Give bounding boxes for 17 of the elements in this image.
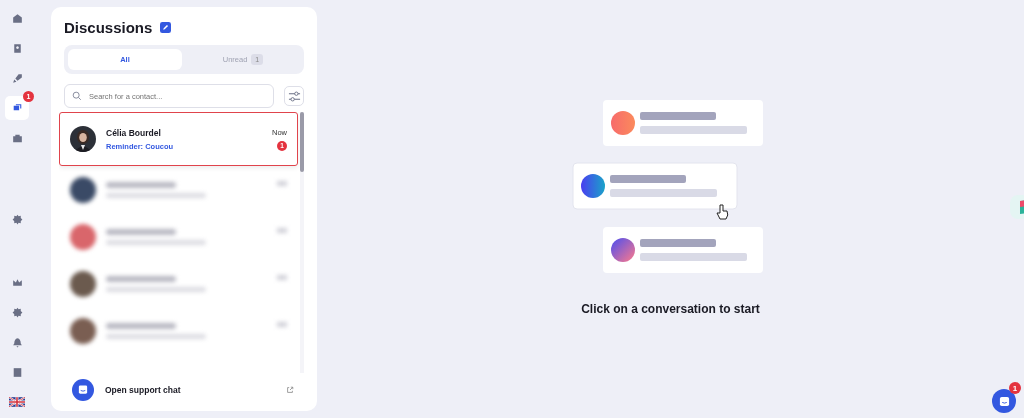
- sliders-icon: [287, 89, 301, 103]
- chat-launcher-button[interactable]: [992, 389, 1016, 413]
- contact-name: Célia Bourdel: [106, 127, 162, 138]
- settings-icon: [10, 212, 24, 226]
- app-logo-icon[interactable]: [1010, 195, 1024, 219]
- chat-icon: [72, 379, 94, 401]
- notification-badge: 1: [1009, 382, 1021, 394]
- filter-button[interactable]: [284, 86, 304, 106]
- sidebar-button[interactable]: [5, 96, 29, 120]
- home-icon: [10, 11, 24, 25]
- empty-state-message: Click on a conversation to start: [581, 302, 760, 316]
- flag-icon: [9, 397, 25, 407]
- panel-title: Discussions: [64, 19, 153, 36]
- settings-icon: [10, 305, 24, 319]
- chat-icon: [998, 395, 1010, 407]
- external-link-icon: [286, 386, 294, 394]
- edit-icon[interactable]: [160, 22, 172, 33]
